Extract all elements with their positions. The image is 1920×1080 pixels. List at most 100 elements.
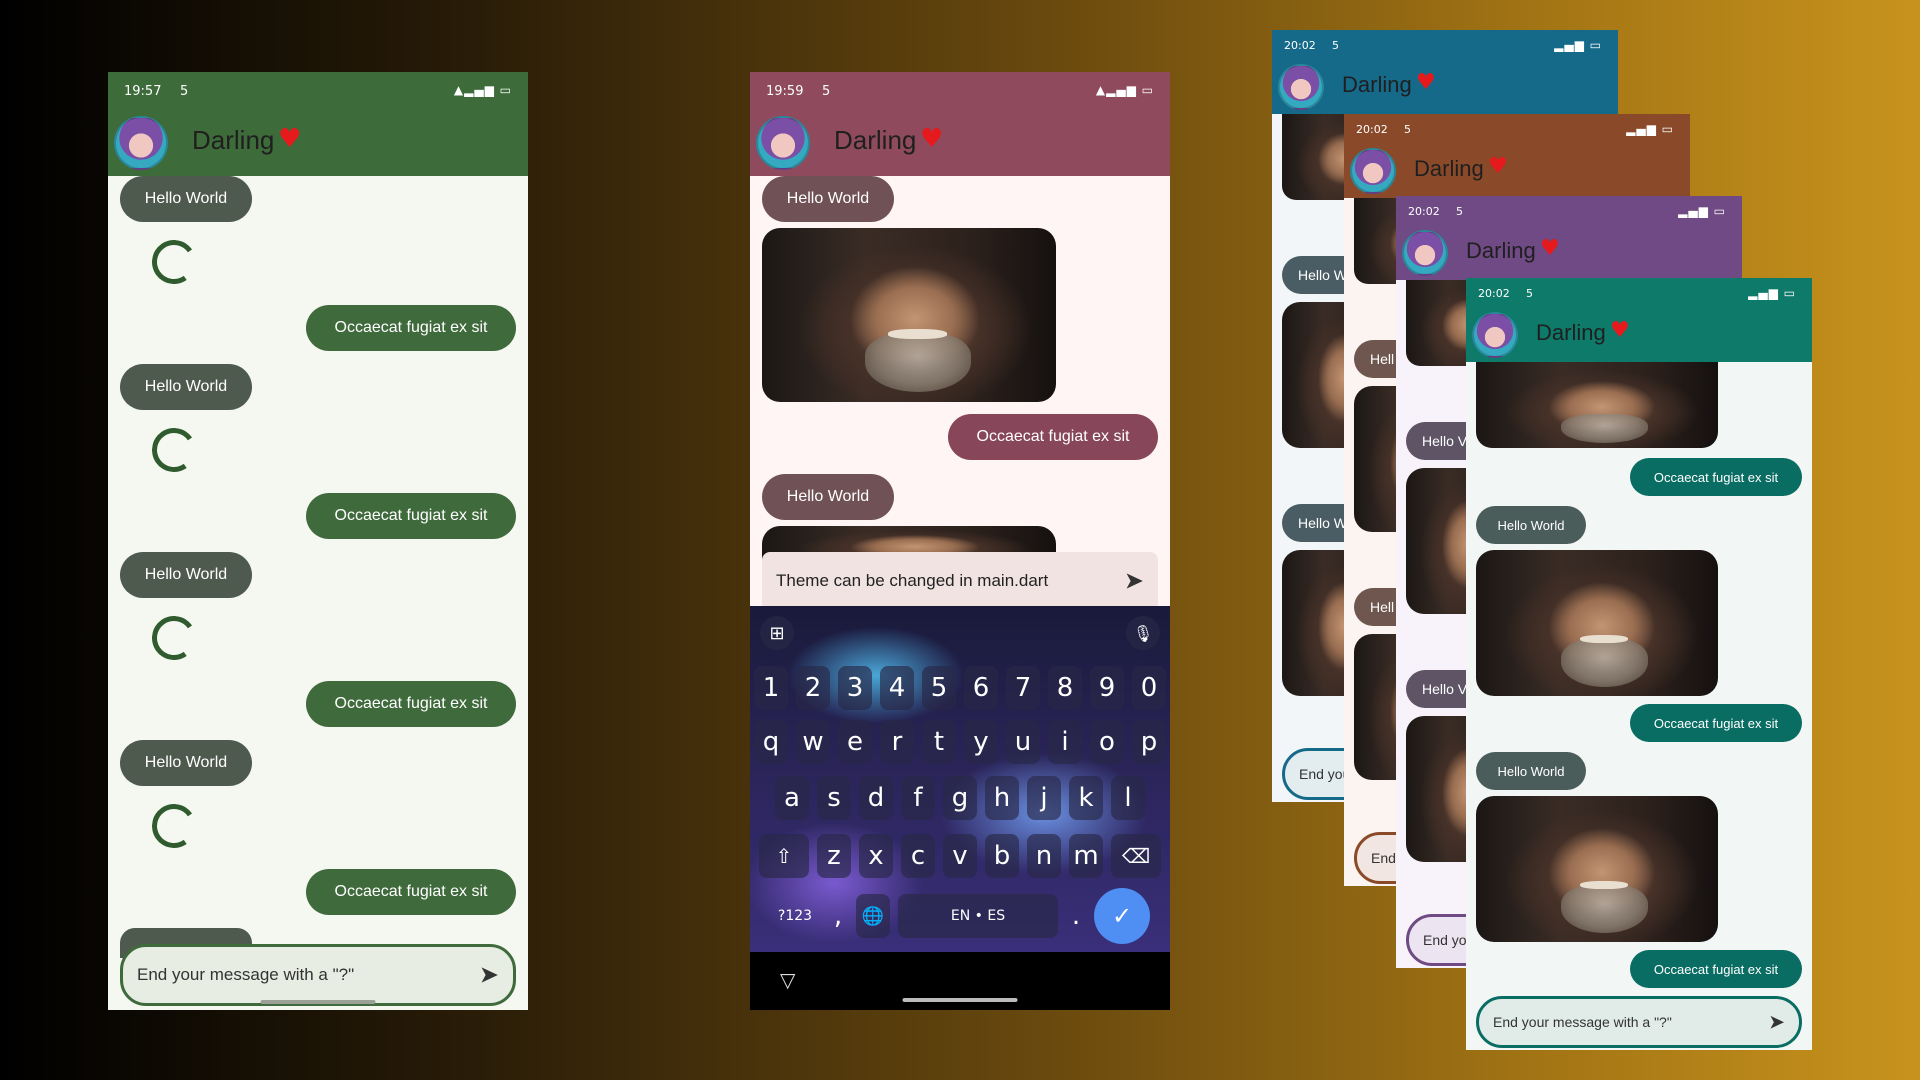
message-photo[interactable] (1476, 362, 1718, 448)
loading-spinner (148, 612, 200, 664)
message-photo[interactable] (1476, 550, 1718, 696)
message-in[interactable]: Hello World (120, 364, 252, 410)
key[interactable]: 5 (922, 666, 956, 710)
avatar[interactable] (1402, 230, 1448, 276)
message-in[interactable]: Hello World (120, 552, 252, 598)
key[interactable]: e (838, 720, 872, 764)
message-in[interactable]: Hello World (762, 474, 894, 520)
shift-icon[interactable]: ⇧ (759, 834, 809, 878)
status-suffix: 5 (1404, 123, 1411, 136)
key[interactable]: w (796, 720, 830, 764)
space-key[interactable]: EN • ES (898, 894, 1058, 938)
heart-icon: ♥ (278, 124, 302, 154)
key[interactable]: k (1069, 776, 1103, 820)
status-icons: ▂▄▆ ▭ (1748, 286, 1796, 300)
message-in[interactable]: Hello World (1476, 752, 1586, 790)
loading-spinner (148, 800, 200, 852)
key[interactable]: 7 (1006, 666, 1040, 710)
app-bar: Darling ♥ (1344, 144, 1690, 198)
message-out[interactable]: Occaecat fugiat ex sit (306, 869, 516, 915)
key[interactable]: s (817, 776, 851, 820)
key[interactable]: o (1090, 720, 1124, 764)
avatar[interactable] (1350, 148, 1396, 194)
message-out[interactable]: Occaecat fugiat ex sit (1630, 458, 1802, 496)
key[interactable]: j (1027, 776, 1061, 820)
message-in[interactable]: Hello World (120, 176, 252, 222)
keyboard: ⊞ 🎙 1 2 3 4 5 6 7 8 9 0 q w e r t y u i … (750, 606, 1170, 952)
input-text: Theme can be changed in main.dart (776, 571, 1049, 590)
message-in[interactable]: Hello World (120, 740, 252, 786)
comma-key[interactable]: , (828, 894, 848, 938)
status-suffix: 5 (180, 84, 189, 99)
send-icon[interactable]: ➤ (479, 961, 499, 990)
key[interactable]: l (1111, 776, 1145, 820)
message-out[interactable]: Occaecat fugiat ex sit (948, 414, 1158, 460)
message-input[interactable]: End your message with a "?" ➤ (120, 944, 516, 1006)
status-time: 20:02 (1478, 287, 1510, 300)
message-in[interactable]: Hello World (1476, 506, 1586, 544)
key[interactable]: 4 (880, 666, 914, 710)
message-photo[interactable] (1476, 796, 1718, 942)
message-out[interactable]: Occaecat fugiat ex sit (1630, 950, 1802, 988)
message-out[interactable]: Occaecat fugiat ex sit (306, 681, 516, 727)
message-photo[interactable] (762, 228, 1056, 402)
key[interactable]: t (922, 720, 956, 764)
key[interactable]: n (1027, 834, 1061, 878)
key[interactable]: b (985, 834, 1019, 878)
back-icon[interactable]: ▽ (780, 968, 795, 992)
message-input[interactable]: Theme can be changed in main.dart ➤ (762, 552, 1158, 610)
avatar[interactable] (756, 116, 810, 170)
key[interactable]: 9 (1090, 666, 1124, 710)
key[interactable]: v (943, 834, 977, 878)
backspace-icon[interactable]: ⌫ (1111, 834, 1161, 878)
key[interactable]: 3 (838, 666, 872, 710)
key[interactable]: r (880, 720, 914, 764)
key[interactable]: 8 (1048, 666, 1082, 710)
key[interactable]: c (901, 834, 935, 878)
status-time: 20:02 (1284, 39, 1316, 52)
message-in[interactable]: Hello World (762, 176, 894, 222)
send-icon[interactable]: ➤ (1768, 1010, 1785, 1035)
key[interactable]: d (859, 776, 893, 820)
key[interactable]: u (1006, 720, 1040, 764)
enter-icon[interactable]: ✓ (1094, 888, 1150, 944)
chat-title: Darling (1536, 320, 1606, 345)
loading-spinner (148, 424, 200, 476)
avatar[interactable] (1278, 64, 1324, 110)
symbols-key[interactable]: ?123 (770, 894, 820, 938)
send-icon[interactable]: ➤ (1124, 567, 1144, 596)
key[interactable]: z (817, 834, 851, 878)
mic-icon[interactable]: 🎙 (1126, 616, 1160, 650)
key[interactable]: g (943, 776, 977, 820)
status-bar: 20:02 5 ▂▄▆ ▭ (1396, 196, 1742, 226)
avatar[interactable] (114, 116, 168, 170)
status-bar: 20:02 5 ▂▄▆ ▭ (1272, 30, 1618, 60)
key[interactable]: p (1132, 720, 1166, 764)
avatar[interactable] (1472, 312, 1518, 358)
message-out[interactable]: Occaecat fugiat ex sit (306, 305, 516, 351)
chat-title: Darling (1342, 72, 1412, 97)
message-out[interactable]: Occaecat fugiat ex sit (1630, 704, 1802, 742)
message-out[interactable]: Occaecat fugiat ex sit (306, 493, 516, 539)
key[interactable]: m (1069, 834, 1103, 878)
key-row-3: ⇧ z x c v b n m ⌫ (750, 834, 1170, 878)
status-icons: ▲▂▄▆ ▭ (1095, 83, 1154, 97)
globe-icon[interactable]: 🌐 (856, 894, 890, 938)
home-indicator (902, 998, 1018, 1002)
status-suffix: 5 (1456, 205, 1463, 218)
key[interactable]: f (901, 776, 935, 820)
key[interactable]: h (985, 776, 1019, 820)
key[interactable]: 2 (796, 666, 830, 710)
key[interactable]: q (754, 720, 788, 764)
key[interactable]: y (964, 720, 998, 764)
key[interactable]: a (775, 776, 809, 820)
key[interactable]: i (1048, 720, 1082, 764)
key[interactable]: 1 (754, 666, 788, 710)
message-input[interactable]: End your message with a "?" ➤ (1476, 996, 1802, 1048)
key[interactable]: x (859, 834, 893, 878)
key[interactable]: 6 (964, 666, 998, 710)
period-key[interactable]: . (1066, 894, 1086, 938)
key[interactable]: 0 (1132, 666, 1166, 710)
status-time: 19:57 (124, 84, 162, 99)
apps-icon[interactable]: ⊞ (760, 616, 794, 650)
